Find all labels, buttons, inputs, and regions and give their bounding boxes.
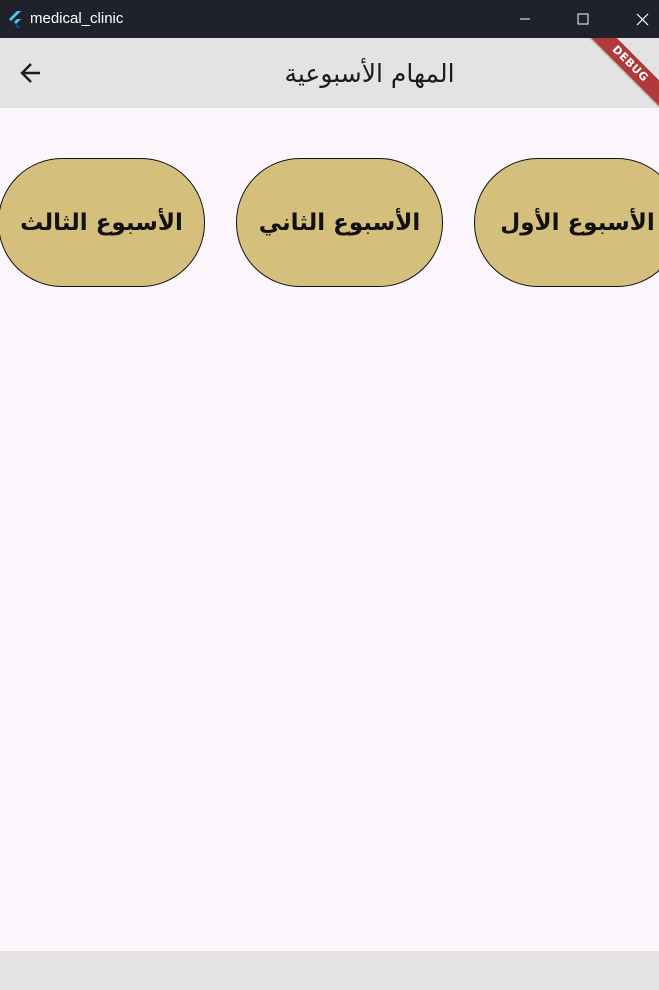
page-title: المهام الأسبوعية bbox=[284, 59, 455, 88]
minimize-button[interactable] bbox=[502, 0, 548, 38]
week-2-button[interactable]: الأسبوع الثاني bbox=[236, 158, 443, 287]
app-bar: المهام الأسبوعية DEBUG bbox=[0, 38, 659, 108]
minimize-icon bbox=[520, 18, 530, 20]
maximize-button[interactable] bbox=[560, 0, 606, 38]
window-title: medical_clinic bbox=[30, 10, 124, 27]
week-1-button[interactable]: الأسبوع الأول bbox=[474, 158, 659, 287]
close-button[interactable] bbox=[619, 0, 659, 38]
flutter-logo-icon bbox=[9, 11, 21, 28]
window-titlebar: medical_clinic bbox=[0, 0, 659, 38]
week-3-button[interactable]: الأسبوع الثالث bbox=[0, 158, 205, 287]
bottom-bar bbox=[0, 951, 659, 990]
close-icon bbox=[636, 13, 648, 25]
main-content: الأسبوع الأول الأسبوع الثاني الأسبوع الث… bbox=[0, 108, 659, 951]
page-title-wrap: المهام الأسبوعية bbox=[0, 38, 659, 108]
maximize-icon bbox=[577, 13, 589, 25]
